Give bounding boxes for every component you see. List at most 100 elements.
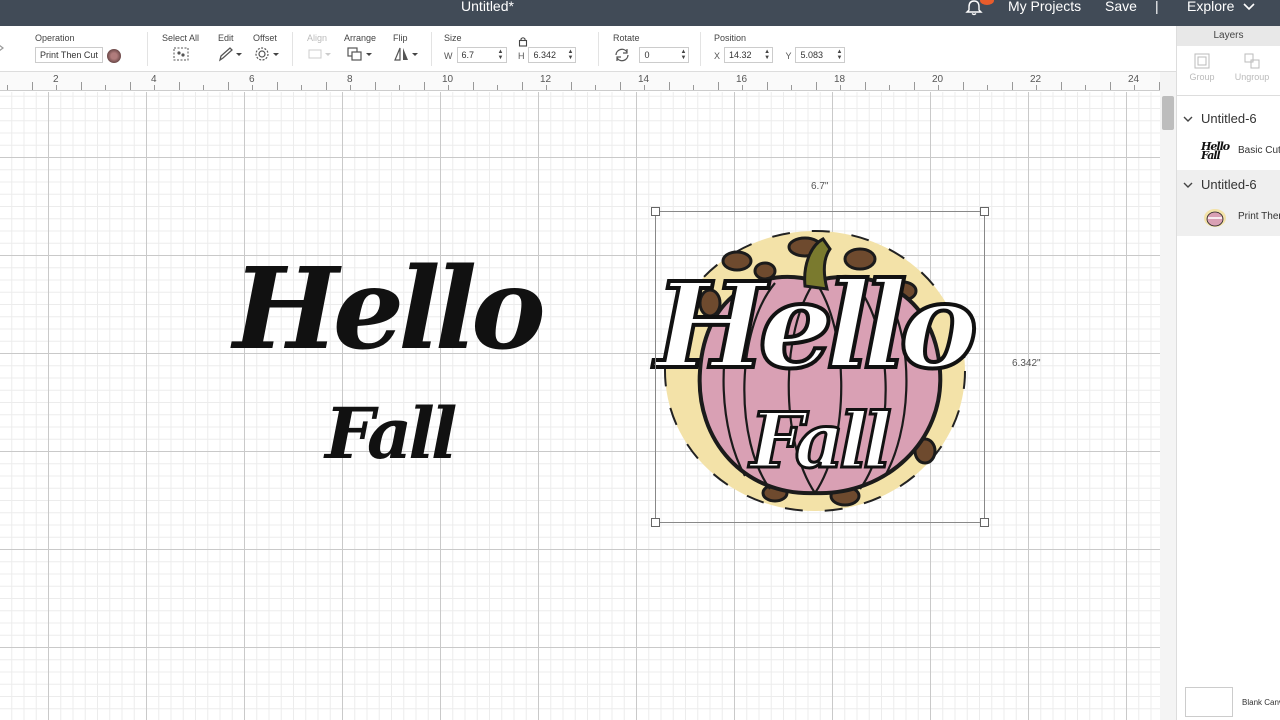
ruler-tick <box>178 82 180 90</box>
offset-group: Offset <box>253 33 281 67</box>
ruler-tick <box>938 85 939 90</box>
edit-pencil-icon[interactable] <box>218 46 244 62</box>
layer-group-header[interactable]: Untitled-6 <box>1177 170 1280 200</box>
ruler-tick <box>962 82 964 90</box>
ruler-tick <box>301 85 302 90</box>
stepper-arrows-icon[interactable]: ▲ ▼ <box>498 49 504 61</box>
operation-group: Operation Print Then Cut <box>35 33 121 63</box>
select-all-icon[interactable] <box>172 46 190 62</box>
ruler-tick <box>129 82 131 90</box>
stepper-arrows-icon[interactable]: ▲ ▼ <box>568 49 574 61</box>
ruler-tick <box>1011 82 1013 90</box>
resize-handle-bottom-left[interactable] <box>651 518 660 527</box>
selection-bounding-box <box>655 211 985 523</box>
ruler-number: 14 <box>638 74 650 85</box>
height-input[interactable]: 6.342 ▲ ▼ <box>528 47 577 63</box>
align-icon[interactable] <box>307 46 333 62</box>
align-label: Align <box>307 33 328 43</box>
offset-icon[interactable] <box>253 46 281 62</box>
rotate-icon <box>615 48 629 62</box>
ruler-tick <box>1109 82 1111 90</box>
edit-group: Edit <box>218 33 244 67</box>
layer-item-basic-cut[interactable]: Hello Fall Basic Cut <box>1177 134 1280 170</box>
layers-tools: Group Ungroup <box>1177 46 1280 96</box>
ruler-tick <box>1085 85 1086 90</box>
width-input[interactable]: 6.7 ▲ ▼ <box>456 47 507 63</box>
arrange-group: Arrange <box>344 33 376 67</box>
ungroup-button[interactable]: Ungroup <box>1227 52 1277 82</box>
size-label: Size <box>444 33 462 43</box>
layers-panel: Layers Group Ungroup Untitled-6 Hello Fa… <box>1176 26 1280 720</box>
offset-label: Offset <box>253 33 277 43</box>
ungroup-label: Ungroup <box>1234 72 1270 82</box>
ruler-tick <box>840 85 841 90</box>
nav-divider: | <box>1155 0 1159 14</box>
flip-group: Flip <box>393 33 421 67</box>
design-canvas[interactable] <box>0 92 1160 720</box>
layer-group[interactable]: Untitled-6 Hello Fall Basic Cut <box>1177 104 1280 170</box>
rotate-group: Rotate 0 ▲ ▼ <box>613 33 690 63</box>
ruler-number: 4 <box>151 74 157 85</box>
explore-menu[interactable]: Explore <box>1187 0 1256 13</box>
x-label: X <box>714 50 721 61</box>
ruler-tick <box>987 85 988 90</box>
scrollbar-thumb[interactable] <box>1162 96 1174 130</box>
ruler-number: 20 <box>932 74 944 85</box>
lock-icon[interactable] <box>518 36 528 47</box>
x-position-input[interactable]: 14.32 ▲ ▼ <box>724 47 774 63</box>
design-space-app: Untitled* My Projects Save | Explore Ope… <box>0 0 1280 720</box>
ruler-tick <box>399 85 400 90</box>
ruler-tick <box>742 85 743 90</box>
select-all-label: Select All <box>162 33 200 43</box>
stepper-arrows-icon[interactable]: ▲ ▼ <box>681 49 687 61</box>
chevron-down-icon[interactable] <box>1183 115 1193 123</box>
selection-width-label: 6.7" <box>811 181 829 192</box>
operation-select[interactable]: Print Then Cut <box>35 47 103 63</box>
flip-icon[interactable] <box>393 46 421 62</box>
layer-thumbnail-text: Hello Fall <box>1201 140 1230 162</box>
material-color-swatch[interactable] <box>106 48 121 63</box>
ruler-tick <box>766 82 768 90</box>
chevron-down-icon[interactable] <box>1183 181 1193 189</box>
hello-fall-text-design[interactable]: Hello Fall <box>225 244 565 492</box>
ruler-tick <box>350 85 351 90</box>
select-all-group: Select All <box>162 33 199 67</box>
save-button[interactable]: Save <box>1105 0 1137 13</box>
resize-handle-top-right[interactable] <box>980 207 989 216</box>
width-value: 6.7 <box>461 50 475 60</box>
panel-toggle-arrow-icon[interactable] <box>0 43 6 53</box>
project-title: Untitled* <box>461 0 514 14</box>
ruler-number: 16 <box>736 74 748 85</box>
blank-canvas-item[interactable]: Blank Canvas <box>1177 682 1280 720</box>
ruler-tick <box>693 85 694 90</box>
layer-group-selected[interactable]: Untitled-6 Print Then Cut <box>1177 170 1280 236</box>
y-label: Y <box>785 50 792 61</box>
y-position-input[interactable]: 5.083 ▲ ▼ <box>795 47 846 63</box>
ruler-tick <box>276 82 278 90</box>
rotate-label: Rotate <box>613 33 640 43</box>
horizontal-ruler: 2 4 6 8 10 12 14 16 18 20 22 24 <box>0 72 1160 91</box>
ruler-number: 24 <box>1128 74 1140 85</box>
group-button[interactable]: Group <box>1177 52 1227 82</box>
arrange-icon[interactable] <box>344 46 374 62</box>
flip-label: Flip <box>393 33 408 43</box>
ruler-tick <box>105 85 106 90</box>
arrange-label: Arrange <box>344 33 377 43</box>
pumpkin-thumbnail-icon <box>1204 209 1226 227</box>
ruler-number: 8 <box>347 74 353 85</box>
edit-label: Edit <box>218 33 234 43</box>
ruler-tick <box>546 85 547 90</box>
resize-handle-bottom-right[interactable] <box>980 518 989 527</box>
my-projects-link[interactable]: My Projects <box>1008 0 1081 13</box>
edit-toolbar: Operation Print Then Cut Select All Edit… <box>0 26 1176 72</box>
layer-item-print-then-cut[interactable]: Print Then Cut <box>1177 200 1280 236</box>
stepper-arrows-icon[interactable]: ▲ ▼ <box>837 49 843 61</box>
toolbar-divider <box>700 32 701 66</box>
layer-group-header[interactable]: Untitled-6 <box>1177 104 1280 134</box>
position-group: Position X 14.32 ▲ ▼ Y 5.083 ▲ ▼ <box>714 33 846 63</box>
stepper-arrows-icon[interactable]: ▲ ▼ <box>764 49 770 61</box>
rotate-input[interactable]: 0 ▲ ▼ <box>639 47 690 63</box>
ruler-tick <box>472 82 474 90</box>
vertical-scrollbar[interactable] <box>1160 72 1176 720</box>
resize-handle-top-left[interactable] <box>651 207 660 216</box>
